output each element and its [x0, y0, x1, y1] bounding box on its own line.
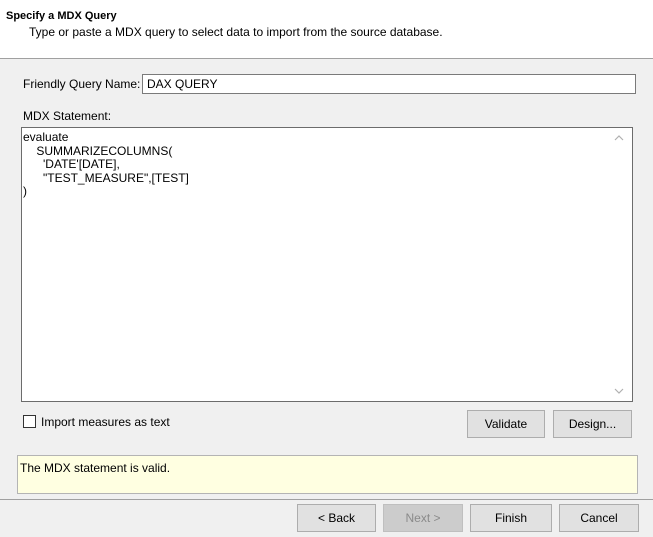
page-subtitle: Type or paste a MDX query to select data…: [29, 25, 443, 39]
import-measures-label[interactable]: Import measures as text: [41, 415, 170, 429]
scroll-up-icon[interactable]: [614, 134, 624, 142]
validate-button[interactable]: Validate: [467, 410, 545, 438]
page-title: Specify a MDX Query: [6, 10, 117, 22]
scroll-down-icon[interactable]: [614, 387, 624, 395]
friendly-name-input[interactable]: DAX QUERY: [142, 74, 636, 94]
import-measures-checkbox[interactable]: [23, 415, 36, 428]
finish-button[interactable]: Finish: [470, 504, 552, 532]
footer-divider: [0, 499, 653, 500]
status-message: The MDX statement is valid.: [20, 461, 171, 475]
mdx-statement-editor[interactable]: evaluate SUMMARIZECOLUMNS( 'DATE'[DATE],…: [21, 127, 633, 402]
next-button: Next >: [383, 504, 463, 532]
wizard-header: Specify a MDX Query Type or paste a MDX …: [0, 0, 653, 59]
cancel-button[interactable]: Cancel: [559, 504, 639, 532]
mdx-statement-text[interactable]: evaluate SUMMARIZECOLUMNS( 'DATE'[DATE],…: [23, 130, 189, 199]
mdx-statement-label: MDX Statement:: [23, 109, 112, 123]
back-button[interactable]: < Back: [297, 504, 376, 532]
design-button[interactable]: Design...: [553, 410, 632, 438]
friendly-name-label: Friendly Query Name:: [23, 77, 141, 91]
status-message-box: The MDX statement is valid.: [17, 455, 638, 494]
